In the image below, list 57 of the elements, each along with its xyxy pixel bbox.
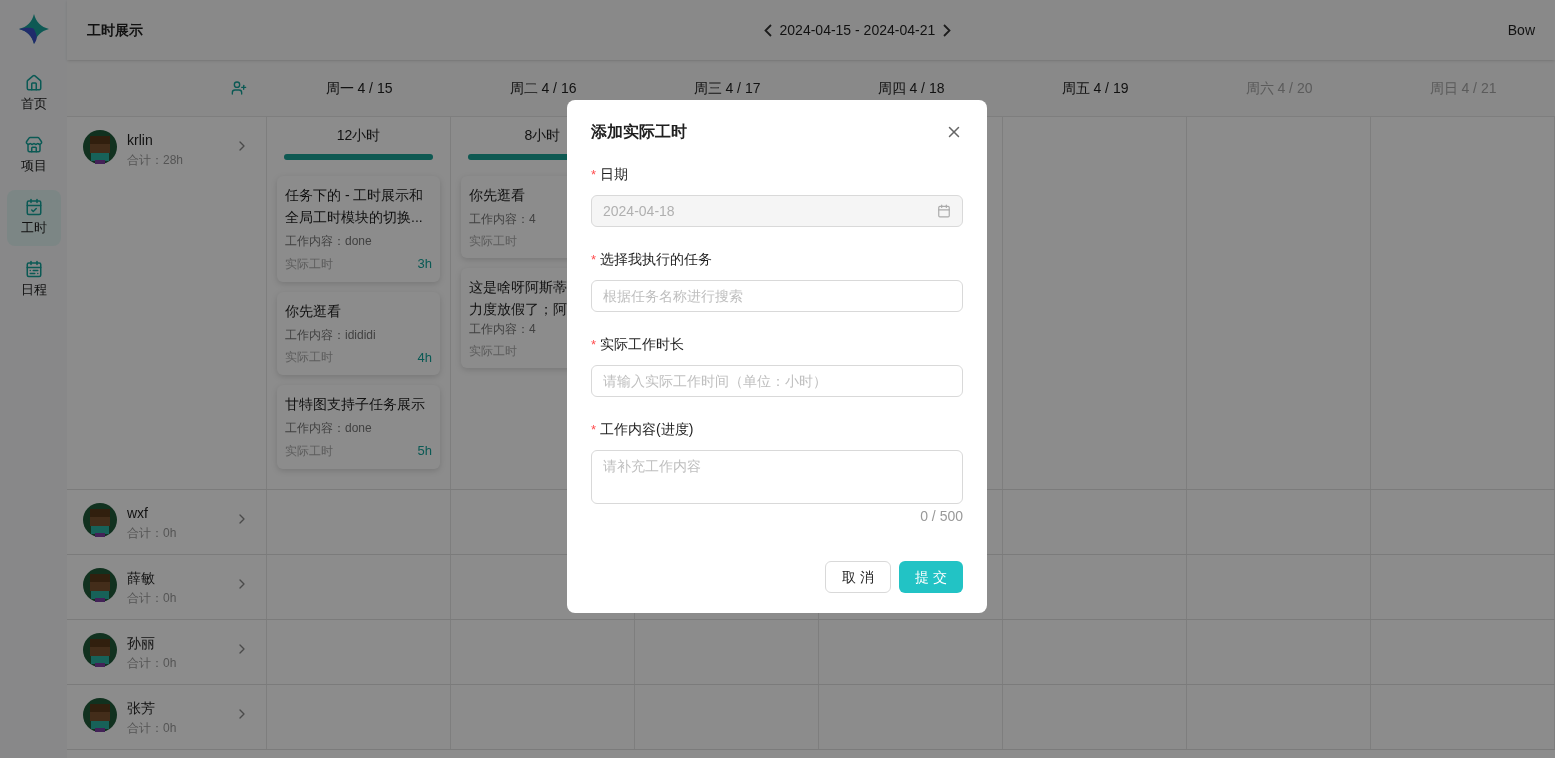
date-range: 2024-04-15 - 2024-04-21 — [779, 20, 936, 40]
chevron-left-icon — [763, 23, 772, 37]
day-header: 周二 4 / 16 — [509, 78, 577, 98]
member-name: 张芳 — [127, 699, 156, 718]
day-total: 12小时 — [336, 126, 381, 145]
home-icon — [24, 74, 43, 93]
task-hours: 3h — [417, 255, 432, 273]
task-title: 甘特图支持子任务展示 — [285, 395, 426, 414]
task-title: 你先逛看 — [469, 186, 526, 205]
store-icon — [24, 136, 43, 155]
input-field[interactable]: 请输入实际工作时间（单位：小时） — [591, 365, 963, 397]
day-header: 周四 4 / 18 — [877, 78, 945, 98]
input-field[interactable]: 根据任务名称进行搜索 — [591, 280, 963, 312]
next-week-button[interactable] — [943, 23, 952, 37]
cancel-button[interactable]: 取 消 — [825, 561, 892, 593]
page-title: 工时展示 — [87, 20, 144, 40]
avatar-icon — [83, 503, 117, 537]
day-header: 周一 4 / 15 — [325, 78, 393, 98]
task-title: 你先逛看 — [285, 301, 342, 321]
sidebar-item[interactable]: 工时 — [6, 190, 61, 246]
add-member-button[interactable] — [231, 80, 247, 96]
task-content: 工作内容：idididi — [285, 326, 377, 344]
member-name: krlin — [127, 131, 154, 150]
task-title: 力度放假了；阿 — [469, 300, 567, 319]
sidebar-item[interactable]: 日程 — [6, 252, 61, 308]
day-header: 周五 4 / 19 — [1061, 78, 1129, 98]
textarea-field[interactable]: 请补充工作内容 — [591, 450, 963, 504]
chevron-right-icon — [943, 23, 952, 37]
task-title: 任务下的 - 工时展示和全局工时模块的切换... — [285, 186, 425, 227]
task-content: 工作内容：4 — [469, 321, 537, 338]
calendar-icon — [937, 204, 951, 218]
task-title: 这是啥呀阿斯蒂 — [469, 278, 567, 297]
sidebar-item[interactable]: 项目 — [6, 128, 61, 184]
dialog-title: 添加实际工时 — [591, 122, 687, 142]
required-mark: * — [591, 420, 597, 439]
sidebar-item[interactable]: 首页 — [6, 66, 61, 122]
calendar-icon — [24, 260, 43, 279]
task-hours: 5h — [417, 442, 432, 460]
avatar-icon — [83, 698, 117, 732]
avatar-icon — [83, 130, 117, 164]
field-label: 工作内容(进度) — [600, 420, 694, 439]
calendar-check-icon — [24, 198, 43, 217]
member-name: 薛敏 — [127, 569, 156, 588]
previous-week-button[interactable] — [763, 23, 772, 37]
member-name: 孙丽 — [127, 634, 156, 653]
avatar-icon — [83, 633, 117, 667]
task-content: 工作内容：done — [285, 420, 373, 437]
char-counter: 0 / 500 — [920, 507, 963, 526]
member-name: wxf — [127, 504, 149, 523]
task-content: 工作内容：done — [285, 233, 373, 250]
avatar-icon — [83, 568, 117, 602]
task-hours: 4h — [417, 348, 432, 367]
user-name[interactable]: Bow — [1507, 19, 1535, 41]
add-user-icon — [231, 80, 247, 96]
day-total: 8小时 — [524, 126, 561, 145]
required-mark: * — [591, 335, 597, 354]
day-header: 周三 4 / 17 — [693, 78, 761, 98]
